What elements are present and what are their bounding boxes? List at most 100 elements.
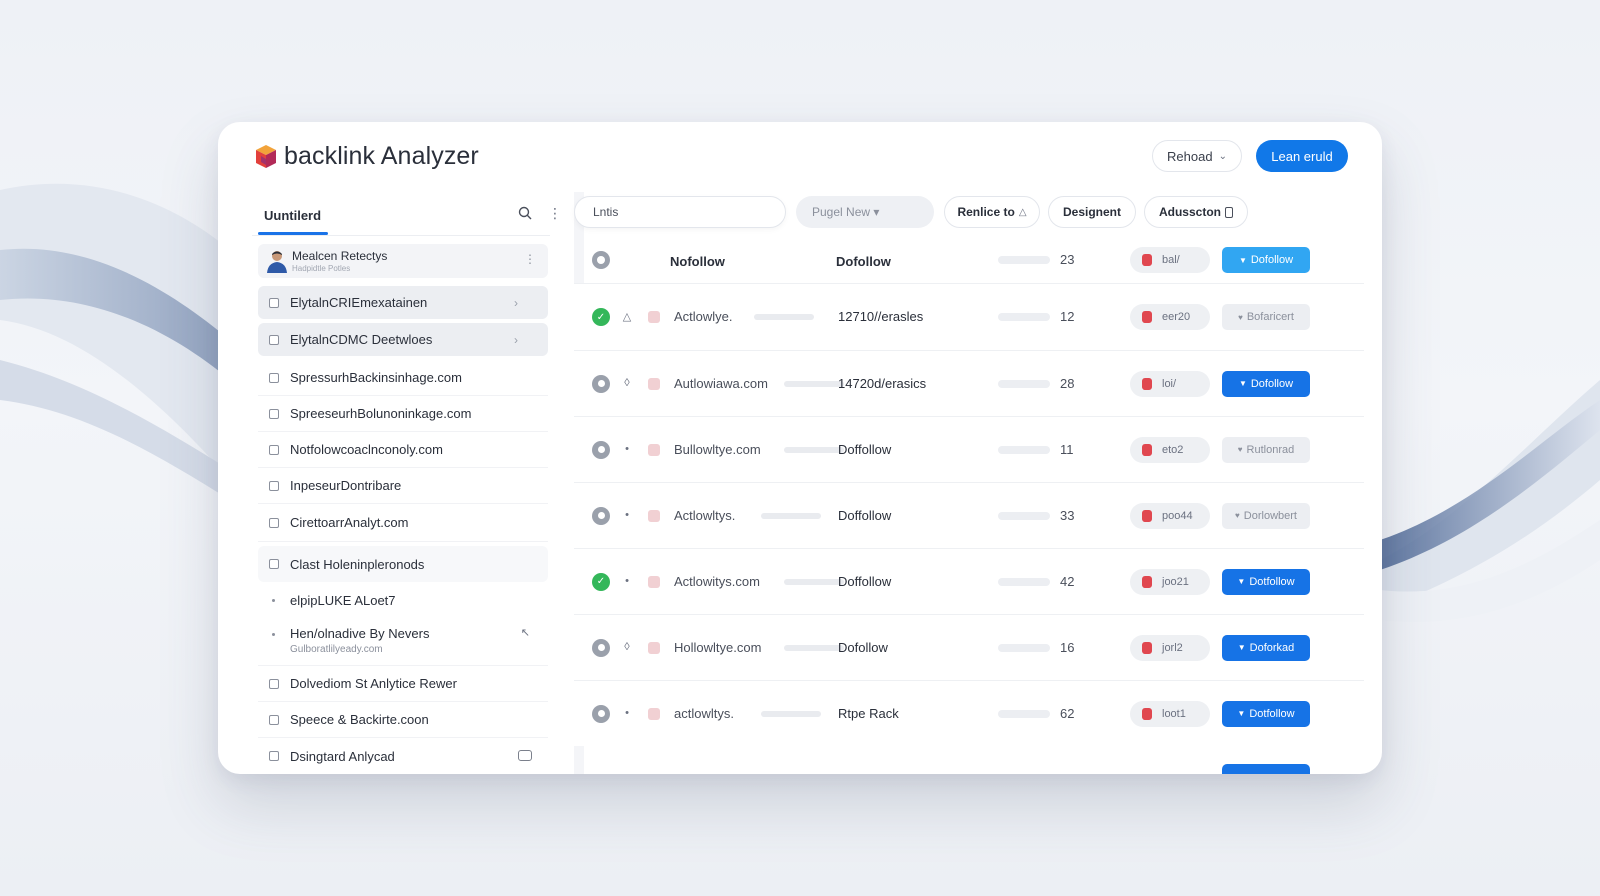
tag-pill[interactable]: loi/ [1130, 370, 1210, 397]
lock-icon: △ [1018, 206, 1027, 218]
folder-icon[interactable] [518, 750, 532, 761]
more-vertical-icon[interactable]: ⋮ [548, 205, 562, 222]
status-icon[interactable] [592, 506, 610, 525]
checkbox[interactable] [269, 372, 279, 383]
row-action-button[interactable]: ♥ Rutlonrad [1222, 436, 1310, 463]
pill-label: jorl2 [1162, 641, 1183, 654]
search-icon[interactable] [518, 206, 532, 220]
domain-cell[interactable]: Bullowltye.com [674, 442, 761, 457]
anchor-cell: Doffollow [838, 441, 892, 457]
blurred-text [754, 314, 814, 320]
tag-pill[interactable]: eer20 [1130, 304, 1210, 330]
favicon-icon [648, 707, 660, 720]
tag-pill[interactable]: jorl2 [1130, 634, 1210, 661]
sidebar-item[interactable]: Hen/olnadive By Nevers Gulboratlilyeady.… [258, 618, 548, 666]
row-action-button[interactable]: ▼ Dotfollow [1222, 700, 1310, 727]
domain-cell[interactable]: Autlowiawa.com [674, 376, 768, 391]
sidebar-item[interactable]: InpeseurDontribare [258, 468, 548, 504]
header-action-button[interactable]: ▼ Dofollow [1222, 247, 1310, 273]
sidebar-item[interactable]: SpressurhBackinsinhage.com [258, 360, 548, 396]
row-action-button[interactable]: ▼ Dotfollow [1222, 568, 1310, 595]
status-icon[interactable]: ✓ [592, 308, 610, 326]
count-cell: 62 [1060, 705, 1075, 721]
reload-dropdown[interactable]: Rehoad ⌄ [1152, 140, 1242, 172]
checkbox[interactable] [269, 480, 279, 491]
checkbox[interactable] [269, 559, 279, 569]
blurred-metric [998, 445, 1050, 454]
sidebar-item[interactable]: SpreeseurhBolunoninkage.com [258, 396, 548, 432]
sidebar-item[interactable]: Notfolowcoaclnconoly.com [258, 432, 548, 468]
domain-cell[interactable]: Actlowltys. [674, 508, 735, 523]
checkbox[interactable] [269, 408, 279, 419]
domain-cell[interactable]: Actlowitys.com [674, 574, 760, 589]
favicon-icon [648, 641, 660, 654]
tag-pill[interactable]: joo21 [1130, 568, 1210, 595]
sidebar-item[interactable]: Speece & Backirte.coon [258, 702, 548, 738]
tag-pill[interactable]: eto2 [1130, 436, 1210, 463]
sidebar-item-label: Dolvediom St Anlytice Rewer [290, 676, 457, 691]
status-icon[interactable]: ✓ [592, 572, 610, 591]
chip-label: Renlice to [957, 205, 1015, 219]
page-select[interactable]: Pugel New ▾ [796, 196, 934, 228]
row-action-button[interactable]: ▼ Doforkad [1222, 634, 1310, 661]
checkbox[interactable] [269, 297, 279, 308]
table-row[interactable]: ✓ • Actlowitys.com Doffollow 42 joo21 ▼ Dotfoll… [574, 548, 1364, 614]
sidebar-tab-active[interactable]: Uuntilerd [264, 208, 321, 223]
column-header-dofollow[interactable]: Dofollow [836, 254, 891, 269]
status-icon[interactable] [592, 638, 610, 657]
status-icon[interactable] [592, 374, 610, 393]
table-row[interactable]: • Actlowltys. Doffollow 33 poo44 ♥ Dorlowbert [574, 482, 1364, 548]
sidebar-item[interactable]: elpipLUKE ALoet7 [258, 582, 548, 618]
learn-button[interactable]: Lean eruld [1256, 140, 1348, 172]
row-action-button[interactable]: ▼ Dofollow [1222, 370, 1310, 397]
sidebar-item-label: InpeseurDontribare [290, 478, 402, 493]
favicon-icon [648, 509, 660, 522]
header-pill[interactable]: bal/ [1130, 247, 1210, 273]
sidebar-item-label: Notfolowcoaclnconoly.com [290, 442, 443, 457]
column-header-nofollow[interactable]: Nofollow [670, 254, 725, 269]
count-cell: 42 [1060, 573, 1075, 589]
app-window: backlink Analyzer Rehoad ⌄ Lean eruld Uu… [218, 122, 1382, 774]
tag-icon [1142, 641, 1152, 654]
checkbox[interactable] [269, 714, 279, 725]
table-row[interactable]: ◊ Autlowiawa.com 14720d/erasics 28 loi/ ▼ Dofo… [574, 350, 1364, 416]
table-row[interactable]: • actlowltys. Rtpe Rack 62 loot1 ▼ Dotfollow [574, 680, 1364, 746]
sidebar-item[interactable]: Clast Holeninpleronods [258, 546, 548, 582]
blurred-text [784, 380, 844, 387]
select-all-icon[interactable] [592, 251, 610, 269]
anchor-cell: Dofollow [838, 639, 888, 655]
sidebar-item[interactable]: ElytalnCRIEmexatainen › [258, 286, 548, 319]
checkbox[interactable] [269, 517, 279, 528]
status-icon[interactable] [592, 440, 610, 459]
favicon-icon [648, 443, 660, 456]
tag-pill[interactable]: poo44 [1130, 502, 1210, 529]
table-row[interactable]: • Bullowltye.com Doffollow 11 eto2 ♥ Rutlonrad [574, 416, 1364, 482]
profile-card[interactable]: Mealcen Retectys Hadpidtle Potles ⋮ [258, 244, 548, 278]
blurred-metric [998, 643, 1050, 652]
checkbox[interactable] [269, 678, 279, 689]
table-header: Nofollow Dofollow 23 bal/ ▼ Dofollow [574, 236, 1364, 284]
filter-chip-designent[interactable]: Designent [1048, 196, 1136, 228]
tag-icon [1142, 377, 1152, 390]
sidebar-item[interactable]: ElytalnCDMC Deetwloes › [258, 323, 548, 356]
sidebar-item[interactable]: Dsingtard Anlycad [258, 738, 548, 774]
domain-cell[interactable]: Hollowltye.com [674, 640, 761, 655]
more-vertical-icon[interactable]: ⋮ [524, 252, 536, 266]
domain-cell[interactable]: Actlowlye. [674, 309, 733, 324]
checkbox[interactable] [269, 334, 279, 345]
checkbox[interactable] [269, 751, 279, 761]
favicon-icon [648, 311, 660, 323]
row-action-button[interactable]: ♥ Dorlowbert [1222, 502, 1310, 529]
row-action-button[interactable]: ♥ Bofaricert [1222, 304, 1310, 330]
checkbox[interactable] [269, 444, 279, 455]
domain-cell[interactable]: actlowltys. [674, 706, 734, 721]
sidebar-item[interactable]: Dolvediom St Anlytice Rewer [258, 666, 548, 702]
filter-chip-relinks[interactable]: Renlice to △ [944, 196, 1040, 228]
table-row[interactable]: ◊ Hollowltye.com Dofollow 16 jorl2 ▼ Doforkad [574, 614, 1364, 680]
tag-pill[interactable]: loot1 [1130, 700, 1210, 727]
status-icon[interactable] [592, 704, 610, 723]
search-input[interactable] [574, 196, 786, 228]
table-row[interactable]: ✓ △ Actlowlye. 12710//erasles 12 eer20 ♥ Bofari… [574, 284, 1364, 350]
filter-chip-adusscton[interactable]: Adusscton [1144, 196, 1248, 228]
sidebar-item[interactable]: CirettoarrAnalyt.com [258, 504, 548, 542]
